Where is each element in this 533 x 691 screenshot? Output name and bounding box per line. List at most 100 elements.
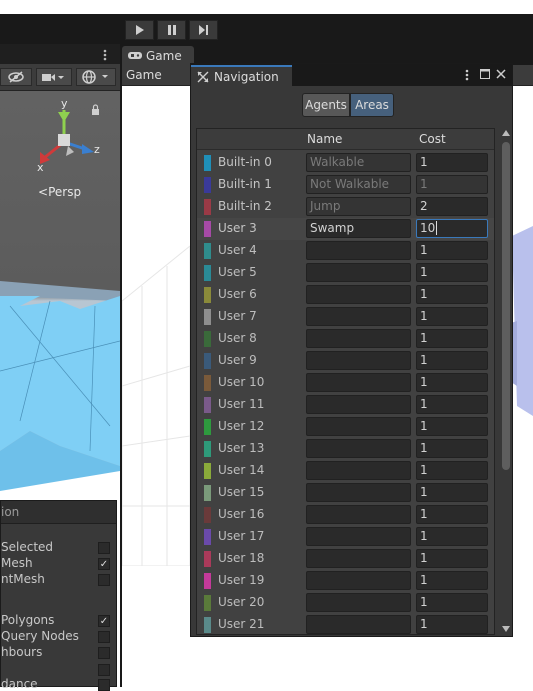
area-color-swatch[interactable] [204,617,211,633]
area-name-field[interactable] [306,571,411,590]
area-color-swatch[interactable] [204,331,211,347]
area-row[interactable]: User 17 1 [197,526,494,548]
kebab-menu-icon[interactable] [465,69,469,81]
area-row[interactable]: User 11 1 [197,394,494,416]
maximize-icon[interactable] [480,69,490,79]
area-cost-field[interactable]: 1 [416,527,488,546]
area-row[interactable]: Built-in 0 Walkable 1 [197,152,494,174]
area-color-swatch[interactable] [204,221,211,237]
area-name-field[interactable] [306,285,411,304]
area-color-swatch[interactable] [204,397,211,413]
area-cost-field[interactable]: 1 [416,439,488,458]
area-cost-field[interactable]: 1 [416,417,488,436]
overlay-checkbox[interactable]: ✓ [98,558,110,570]
area-row[interactable]: Built-in 2 Jump 2 [197,196,494,218]
game-mode-dropdown[interactable]: Game [126,68,162,82]
lock-icon[interactable] [91,104,100,115]
area-cost-field[interactable]: 1 [416,483,488,502]
area-cost-field[interactable]: 10 [416,219,488,238]
tab-game[interactable]: Game [122,46,194,65]
area-color-swatch[interactable] [204,441,211,457]
scroll-up-icon[interactable] [502,130,510,136]
area-cost-field[interactable]: 1 [416,153,488,172]
overlay-checkbox[interactable] [98,664,110,676]
area-row[interactable]: User 14 1 [197,460,494,482]
kebab-menu-icon[interactable] [103,49,107,61]
area-name-field[interactable] [306,615,411,634]
play-button[interactable] [125,20,154,40]
area-name-field[interactable] [306,329,411,348]
area-color-swatch[interactable] [204,199,211,215]
area-color-swatch[interactable] [204,177,211,193]
area-row[interactable]: User 3 Swamp 10 [197,218,494,240]
area-cost-field[interactable]: 1 [416,241,488,260]
camera-dropdown-button[interactable] [36,68,72,86]
persp-toggle[interactable]: <Persp [38,185,81,199]
tab-areas[interactable]: Areas [350,93,394,117]
area-row[interactable]: User 9 1 [197,350,494,372]
area-name-field[interactable]: Swamp [306,219,411,238]
area-color-swatch[interactable] [204,309,211,325]
area-color-swatch[interactable] [204,529,211,545]
area-name-field[interactable] [306,593,411,612]
area-row[interactable]: User 5 1 [197,262,494,284]
area-name-field[interactable] [306,241,411,260]
area-color-swatch[interactable] [204,595,211,611]
area-cost-field[interactable]: 1 [416,351,488,370]
area-name-field[interactable] [306,417,411,436]
tab-navigation[interactable]: Navigation [191,65,292,86]
area-name-field[interactable] [306,439,411,458]
area-cost-field[interactable]: 1 [416,505,488,524]
overlay-checkbox[interactable] [98,647,110,659]
overlay-checkbox[interactable] [98,631,110,643]
area-color-swatch[interactable] [204,155,211,171]
area-cost-field[interactable]: 2 [416,197,488,216]
area-row[interactable]: Built-in 1 Not Walkable 1 [197,174,494,196]
area-color-swatch[interactable] [204,375,211,391]
area-row[interactable]: User 20 1 [197,592,494,614]
area-row[interactable]: User 6 1 [197,284,494,306]
area-cost-field[interactable]: 1 [416,329,488,348]
area-cost-field[interactable]: 1 [416,263,488,282]
area-name-field[interactable] [306,461,411,480]
area-color-swatch[interactable] [204,573,211,589]
area-cost-field[interactable]: 1 [416,373,488,392]
tab-agents[interactable]: Agents [302,93,350,117]
areas-scrollbar-thumb[interactable] [502,142,510,470]
area-name-field[interactable] [306,263,411,282]
area-cost-field[interactable]: 1 [416,307,488,326]
area-color-swatch[interactable] [204,507,211,523]
area-row[interactable]: User 21 1 [197,614,494,636]
area-row[interactable]: User 12 1 [197,416,494,438]
overlay-checkbox[interactable] [98,574,110,586]
overlay-checkbox[interactable] [98,542,110,554]
area-name-field[interactable] [306,351,411,370]
area-cost-field[interactable]: 1 [416,615,488,634]
pause-button[interactable] [157,20,186,40]
area-cost-field[interactable]: 1 [416,461,488,480]
step-button[interactable] [189,20,218,40]
area-name-field[interactable] [306,373,411,392]
area-row[interactable]: User 7 1 [197,306,494,328]
area-row[interactable]: User 10 1 [197,372,494,394]
area-name-field[interactable] [306,505,411,524]
area-color-swatch[interactable] [204,485,211,501]
area-row[interactable]: User 13 1 [197,438,494,460]
area-cost-field[interactable]: 1 [416,593,488,612]
area-name-field[interactable] [306,307,411,326]
area-cost-field[interactable]: 1 [416,395,488,414]
area-row[interactable]: User 18 1 [197,548,494,570]
area-color-swatch[interactable] [204,463,211,479]
area-name-field[interactable] [306,549,411,568]
area-cost-field[interactable]: 1 [416,571,488,590]
area-color-swatch[interactable] [204,265,211,281]
close-icon[interactable] [496,69,506,79]
scroll-down-icon[interactable] [502,626,510,632]
area-color-swatch[interactable] [204,353,211,369]
area-color-swatch[interactable] [204,287,211,303]
area-row[interactable]: User 8 1 [197,328,494,350]
area-row[interactable]: User 19 1 [197,570,494,592]
area-cost-field[interactable]: 1 [416,549,488,568]
area-row[interactable]: User 16 1 [197,504,494,526]
overlay-checkbox[interactable] [98,679,110,691]
